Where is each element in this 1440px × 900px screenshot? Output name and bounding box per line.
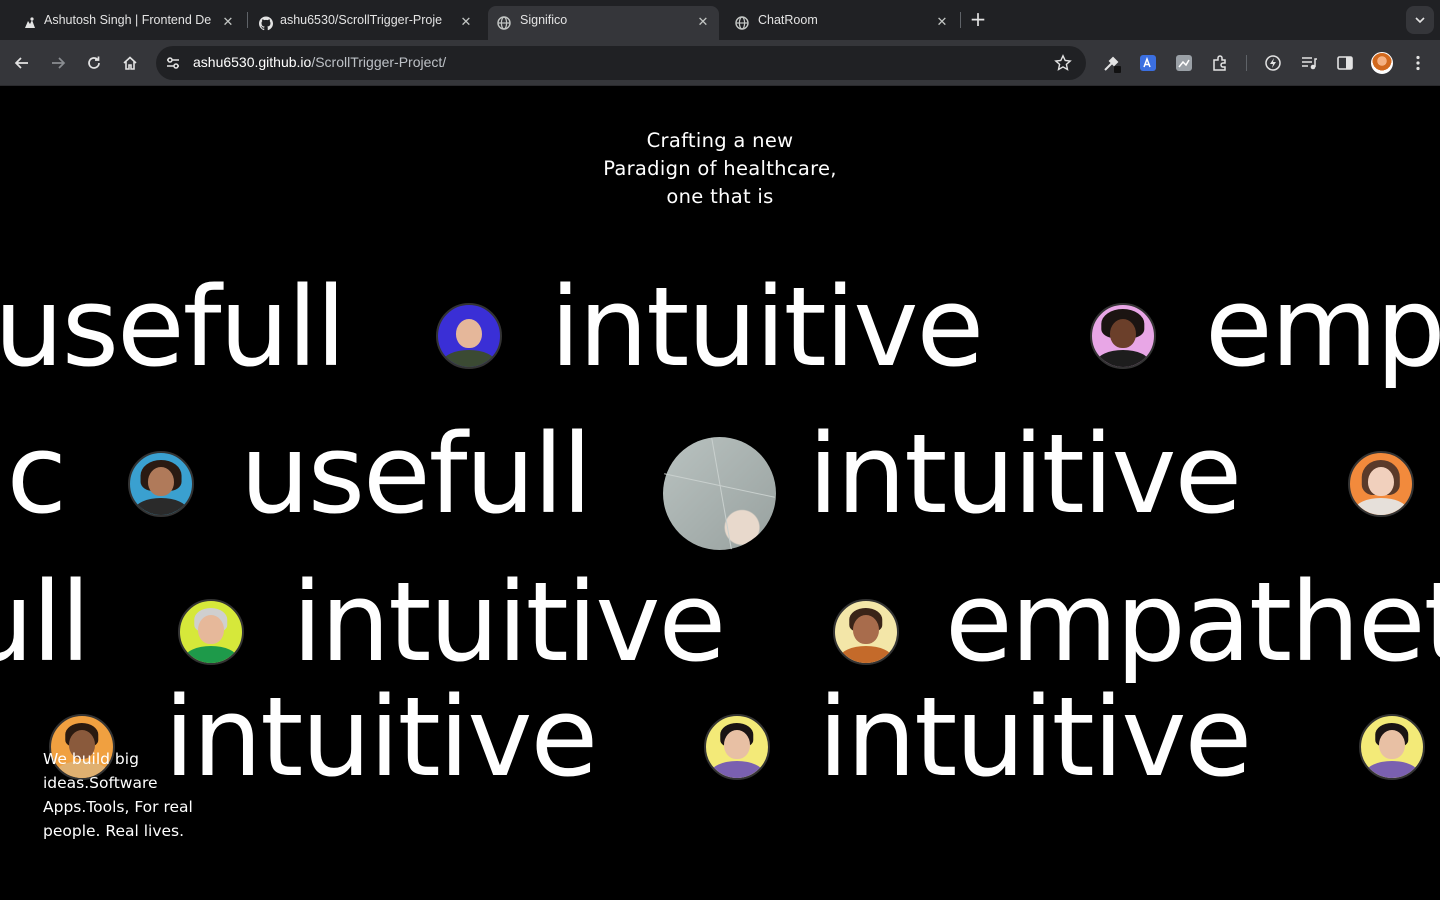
close-icon[interactable]: ✕ [220, 14, 236, 30]
tagline: We build big ideas.Software Apps.Tools, … [43, 747, 223, 843]
marquee-word: intuitive [164, 673, 598, 801]
back-button[interactable] [11, 52, 33, 74]
marquee-word: emp [1205, 263, 1440, 391]
tab-github[interactable]: ashu6530/ScrollTrigger-Proje ✕ [236, 6, 488, 40]
marquee-word: usefull [0, 263, 346, 391]
extension-translate-icon[interactable] [1137, 52, 1159, 74]
url-path: /ScrollTrigger-Project/ [311, 54, 447, 70]
performance-icon[interactable] [1262, 52, 1284, 74]
hero-line: one that is [666, 185, 774, 208]
hero-line: Paradign of healthcare, [603, 157, 837, 180]
marquee-row-3: ull intuitive empathet [0, 567, 1440, 687]
tab-separator [960, 12, 961, 28]
close-icon[interactable]: ✕ [458, 14, 474, 30]
profile-avatar[interactable] [1371, 52, 1393, 74]
tab-title: Significo [520, 13, 568, 27]
hero-heading: Crafting a new Paradign of healthcare, o… [0, 127, 1440, 211]
home-button[interactable] [119, 52, 141, 74]
extension-eyedropper-icon[interactable] [1101, 52, 1123, 74]
marquee-word: empathet [945, 558, 1440, 686]
toolbar-separator [1246, 55, 1247, 71]
avatar [833, 599, 899, 665]
avatar [128, 451, 194, 517]
marquee-word: ull [0, 558, 91, 686]
marquee-word: intuitive [292, 558, 726, 686]
marquee-word: intuitive [808, 410, 1242, 538]
page-viewport: Crafting a new Paradign of healthcare, o… [0, 87, 1440, 900]
tab-portfolio[interactable]: Ashutosh Singh | Frontend De ✕ [0, 6, 246, 40]
github-icon [259, 16, 273, 30]
tab-significo[interactable]: Significo ✕ [488, 6, 719, 40]
marquee-word: ic [0, 410, 67, 538]
url-text[interactable]: ashu6530.github.io/ScrollTrigger-Project… [193, 54, 446, 70]
tab-title: ChatRoom [758, 13, 818, 27]
hero-line: Crafting a new [646, 129, 794, 152]
avatar [704, 714, 770, 780]
close-icon[interactable]: ✕ [934, 14, 950, 30]
person-favicon-icon [23, 16, 37, 30]
globe-icon [497, 16, 511, 30]
extensions-puzzle-icon[interactable] [1209, 52, 1231, 74]
avatar [1348, 451, 1414, 517]
tagline-line: ideas.Software [43, 774, 158, 792]
tagline-line: people. Real lives. [43, 822, 185, 840]
arrow-right-icon [52, 57, 66, 69]
marquee-word: intuitive [550, 263, 984, 391]
url-host: ashu6530.github.io [193, 54, 312, 70]
marquee-row-1: usefull intuitive emp [0, 272, 1440, 392]
close-icon[interactable]: ✕ [695, 14, 711, 30]
avatar [178, 599, 244, 665]
side-panel-icon[interactable] [1334, 52, 1356, 74]
home-icon [123, 56, 137, 70]
globe-icon [735, 16, 749, 30]
cursor-media-preview [663, 437, 776, 550]
tab-search-button[interactable] [1406, 6, 1434, 34]
more-menu-icon[interactable] [1407, 52, 1429, 74]
extension-photo-icon[interactable] [1173, 52, 1195, 74]
marquee-word: usefull [240, 410, 592, 538]
new-tab-button[interactable]: + [968, 9, 988, 30]
avatar [1359, 714, 1425, 780]
tagline-line: We build big [43, 750, 139, 768]
marquee-word: intuitive [818, 673, 1252, 801]
browser-tab-strip: Ashutosh Singh | Frontend De ✕ ashu6530/… [0, 0, 1440, 40]
media-controls-icon[interactable] [1298, 52, 1320, 74]
avatar [436, 303, 502, 369]
browser-toolbar: ashu6530.github.io/ScrollTrigger-Project… [0, 40, 1440, 86]
arrow-left-icon [14, 57, 28, 69]
site-info-icon[interactable] [164, 54, 182, 72]
address-bar[interactable]: ashu6530.github.io/ScrollTrigger-Project… [156, 46, 1086, 80]
chevron-down-icon [1415, 17, 1425, 24]
bookmark-star-icon[interactable] [1054, 54, 1072, 72]
tagline-line: Apps.Tools, For real [43, 798, 193, 816]
forward-button[interactable] [47, 52, 69, 74]
reload-icon [88, 56, 100, 69]
avatar [1090, 303, 1156, 369]
reload-button[interactable] [83, 52, 105, 74]
tab-title: ashu6530/ScrollTrigger-Proje [280, 13, 443, 27]
tab-title: Ashutosh Singh | Frontend De [44, 13, 212, 27]
tab-chatroom[interactable]: ChatRoom ✕ [720, 6, 958, 40]
